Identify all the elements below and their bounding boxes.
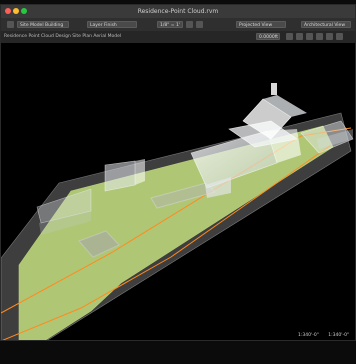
view-icon-6[interactable] (336, 33, 343, 40)
view-icon-2[interactable] (296, 33, 303, 40)
tool-icon-2[interactable] (196, 21, 203, 28)
status-bar: 1:340'-0" 1:340'-0" (290, 333, 349, 339)
status-right: 1:340'-0" (328, 333, 349, 338)
title-bar: Residence-Point Cloud.rvm (1, 5, 355, 19)
app-window: Residence-Point Cloud.rvm Site Model Bui… (0, 4, 356, 341)
site-model-render (1, 83, 354, 340)
layers-icon[interactable] (7, 21, 14, 28)
dropdown-site-model[interactable]: Site Model Building (17, 21, 69, 28)
view-icon-4[interactable] (316, 33, 323, 40)
dropdown-layer[interactable]: Layer Finish (87, 21, 137, 28)
toolbar: Site Model Building Layer Finish 1/8" = … (1, 18, 355, 32)
scale-field[interactable]: 1/8" = 1' (157, 21, 183, 28)
view-icon-3[interactable] (306, 33, 313, 40)
view-label: Residence Point Cloud Design Site Plan A… (4, 34, 122, 39)
view-icon-1[interactable] (286, 33, 293, 40)
view-icon-5[interactable] (326, 33, 333, 40)
coordinate-field[interactable]: 0.0000ft (256, 33, 280, 40)
tool-icon-1[interactable] (186, 21, 193, 28)
status-left: 1:340'-0" (298, 333, 319, 338)
3d-viewport[interactable] (1, 43, 355, 340)
dropdown-view-mode[interactable]: Projected View (236, 21, 286, 28)
dropdown-view-class[interactable]: Architectural View (301, 21, 351, 28)
window-title: Residence-Point Cloud.rvm (137, 8, 219, 15)
